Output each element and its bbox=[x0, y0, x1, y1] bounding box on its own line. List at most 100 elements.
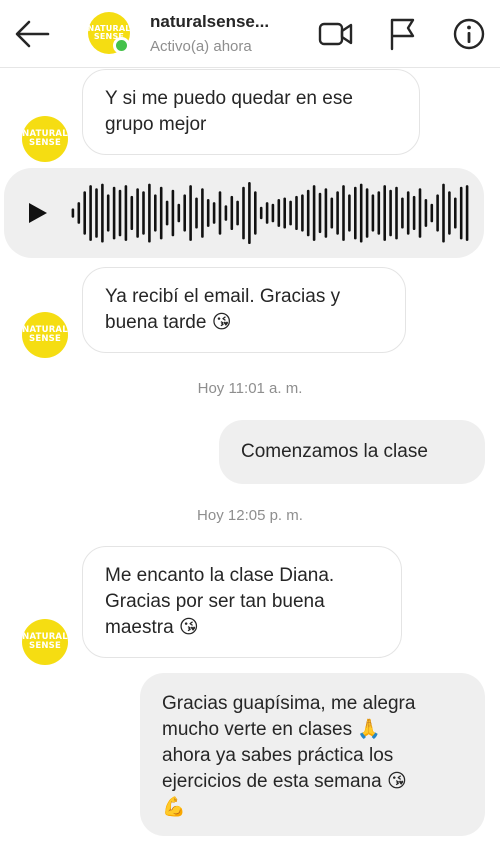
contact-avatar[interactable]: NATURAL SENSE bbox=[22, 116, 68, 162]
waveform-bar bbox=[83, 191, 86, 235]
waveform-bar bbox=[230, 195, 234, 230]
waveform-bar bbox=[283, 197, 286, 229]
waveform-bar bbox=[289, 200, 292, 226]
contact-avatar[interactable]: NATURAL SENSE bbox=[22, 619, 68, 665]
waveform-bar bbox=[95, 188, 98, 238]
waveform-bar bbox=[383, 185, 386, 241]
waveform-bar bbox=[330, 197, 334, 229]
message-line: ejercicios de esta semana 😘 bbox=[162, 771, 407, 792]
voice-message[interactable] bbox=[4, 168, 484, 258]
waveform-bar bbox=[201, 188, 204, 238]
waveform-bar bbox=[259, 206, 263, 220]
waveform-bar bbox=[101, 183, 104, 243]
waveform-bar bbox=[371, 194, 375, 232]
waveform-bar bbox=[342, 185, 345, 241]
message-line: mucho verte en clases 🙏 bbox=[162, 719, 382, 740]
waveform-bar bbox=[206, 199, 210, 227]
contact-status: Activo(a) ahora bbox=[150, 38, 252, 55]
message-line: ahora ya sabes práctica los bbox=[162, 745, 394, 766]
message-line: Comenzamos la clase bbox=[241, 441, 428, 462]
waveform-bar bbox=[401, 197, 404, 229]
waveform-bar bbox=[377, 191, 381, 235]
avatar-logo-line2: SENSE bbox=[29, 641, 61, 651]
waveform-bar bbox=[106, 194, 110, 232]
waveform-bar bbox=[312, 185, 316, 241]
waveform-bar bbox=[189, 185, 192, 241]
outgoing-message[interactable]: Gracias guapísima, me alegra mucho verte… bbox=[140, 673, 485, 836]
waveform-bar bbox=[136, 188, 139, 238]
waveform-bar bbox=[348, 194, 351, 232]
waveform-bar bbox=[124, 185, 128, 241]
waveform-bar bbox=[154, 194, 157, 232]
waveform-bar bbox=[271, 203, 275, 223]
waveform-bar bbox=[430, 203, 434, 223]
waveform-bar bbox=[171, 189, 175, 237]
timestamp: Hoy 12:05 p. m. bbox=[197, 507, 303, 524]
incoming-message[interactable]: Ya recibí el email. Gracias y buena tard… bbox=[82, 267, 406, 353]
waveform-bar bbox=[365, 188, 369, 238]
waveform-bar bbox=[389, 189, 392, 237]
chat-header: NATURAL SENSE naturalsense... Activo(a) … bbox=[0, 0, 500, 68]
online-status-dot bbox=[113, 37, 130, 54]
waveform-bar bbox=[465, 185, 469, 241]
waveform-bar bbox=[459, 186, 463, 240]
waveform-bar bbox=[412, 195, 416, 230]
message-line: maestra 😘 bbox=[105, 617, 199, 638]
incoming-message[interactable]: Me encanto la clase Diana. Gracias por s… bbox=[82, 546, 402, 658]
message-line: Me encanto la clase Diana. bbox=[105, 565, 335, 586]
message-line: 💪 bbox=[162, 797, 186, 818]
waveform-bar bbox=[406, 191, 410, 235]
waveform-bar bbox=[77, 202, 81, 224]
waveform-bar bbox=[277, 199, 281, 227]
waveform-bar bbox=[218, 191, 222, 235]
contact-avatar[interactable]: NATURAL SENSE bbox=[22, 312, 68, 358]
waveform-bar bbox=[212, 202, 216, 224]
waveform-bar bbox=[165, 200, 169, 226]
avatar-logo-line2: SENSE bbox=[29, 138, 61, 148]
voice-waveform[interactable] bbox=[70, 180, 470, 246]
back-arrow-icon[interactable] bbox=[12, 16, 52, 52]
waveform-bar bbox=[301, 194, 304, 232]
waveform-bar bbox=[177, 203, 181, 223]
waveform-bar bbox=[183, 194, 186, 232]
waveform-bar bbox=[142, 191, 145, 235]
waveform-bar bbox=[306, 189, 310, 237]
waveform-bar bbox=[395, 186, 398, 240]
timestamp: Hoy 11:01 a. m. bbox=[197, 380, 303, 397]
waveform-bar bbox=[436, 194, 439, 232]
waveform-bar bbox=[354, 186, 357, 240]
waveform-bar bbox=[71, 208, 75, 218]
waveform-bar bbox=[89, 185, 92, 241]
message-line: buena tarde 😘 bbox=[105, 312, 232, 333]
message-line: Y si me puedo quedar en ese bbox=[105, 88, 353, 109]
contact-username[interactable]: naturalsense... bbox=[150, 12, 269, 32]
play-icon[interactable] bbox=[22, 198, 52, 228]
waveform-bar bbox=[148, 183, 151, 243]
waveform-bar bbox=[442, 183, 445, 243]
waveform-bar bbox=[242, 186, 245, 240]
waveform-bar bbox=[236, 200, 239, 226]
message-line: grupo mejor bbox=[105, 114, 207, 135]
waveform-bar bbox=[195, 197, 198, 229]
waveform-bar bbox=[112, 186, 116, 240]
incoming-message[interactable]: Y si me puedo quedar en ese grupo mejor bbox=[82, 69, 420, 155]
waveform-bar bbox=[324, 188, 328, 238]
waveform-bar bbox=[454, 197, 457, 229]
waveform-bar bbox=[130, 195, 134, 230]
info-icon[interactable] bbox=[451, 16, 487, 52]
message-line: Gracias guapísima, me alegra bbox=[162, 693, 416, 714]
waveform-bar bbox=[224, 205, 228, 221]
waveform-bar bbox=[318, 192, 322, 234]
waveform-bar bbox=[424, 199, 428, 227]
waveform-bar bbox=[159, 186, 163, 240]
flag-icon[interactable] bbox=[384, 16, 420, 52]
waveform-bar bbox=[448, 191, 451, 235]
outgoing-message[interactable]: Comenzamos la clase bbox=[219, 420, 485, 484]
message-line: Ya recibí el email. Gracias y bbox=[105, 286, 341, 307]
waveform-bar bbox=[265, 202, 269, 224]
message-line: Gracias por ser tan buena bbox=[105, 591, 325, 612]
video-call-icon[interactable] bbox=[318, 16, 354, 52]
waveform-bar bbox=[118, 189, 122, 237]
waveform-bar bbox=[254, 191, 257, 235]
waveform-bar bbox=[418, 188, 422, 238]
